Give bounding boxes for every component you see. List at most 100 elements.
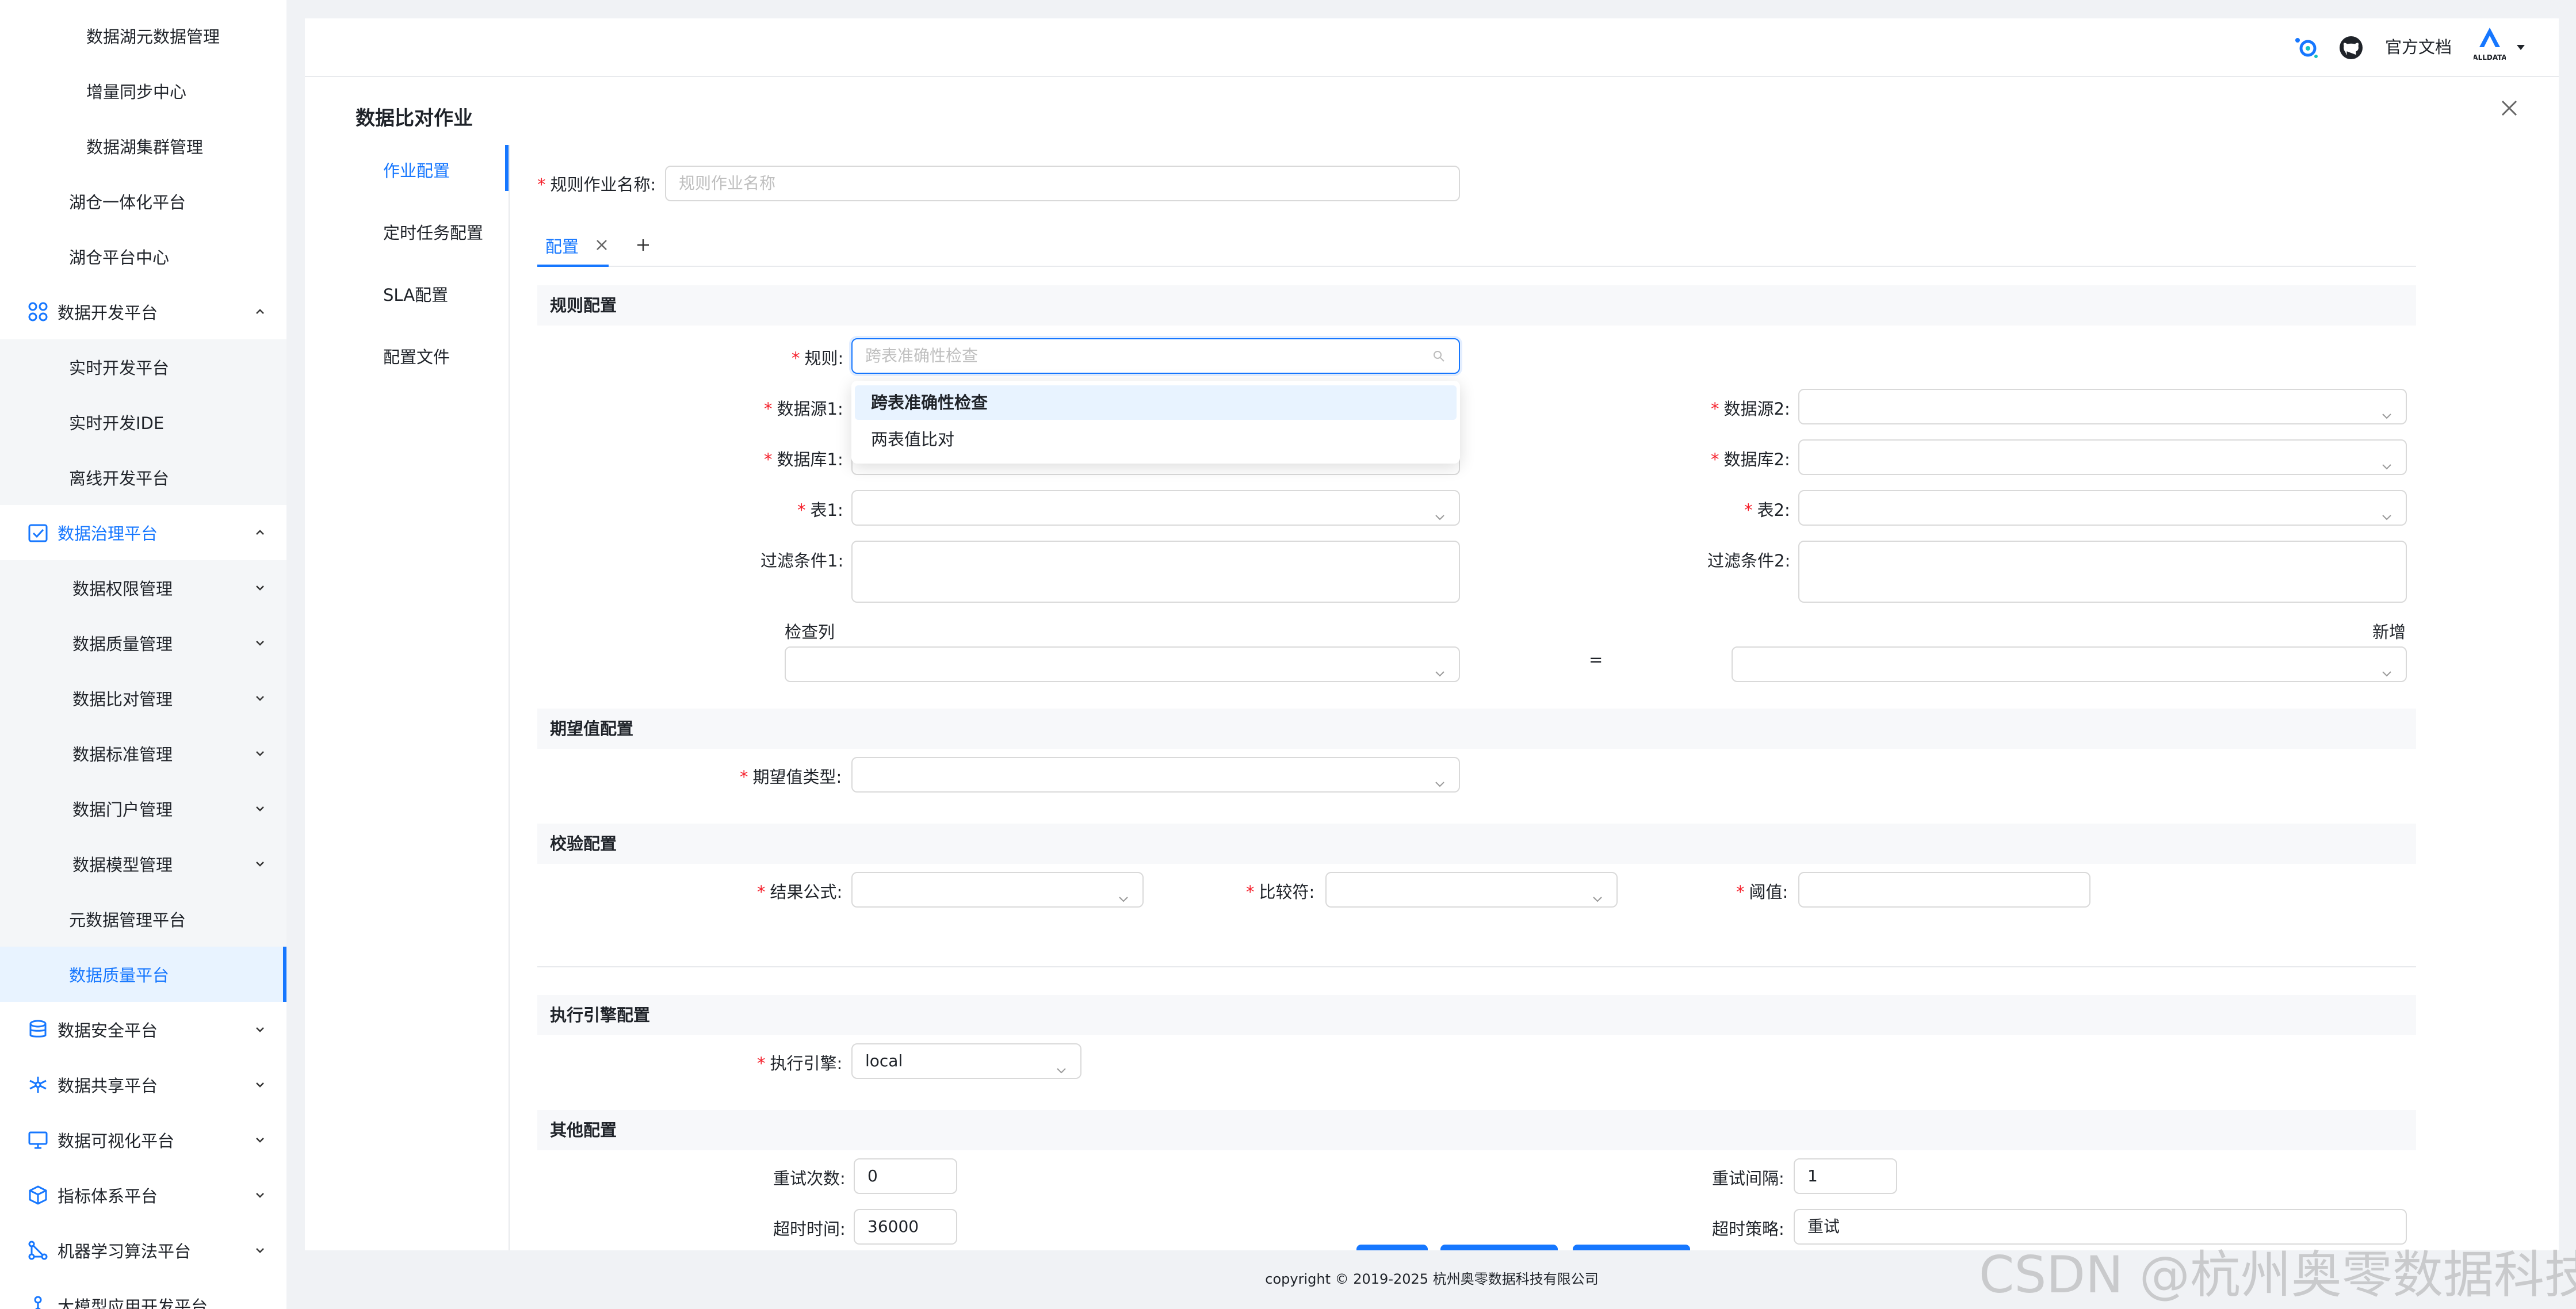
chevron-down-icon	[2380, 658, 2393, 677]
sidebar-item-standard-mgmt[interactable]: 数据标准管理	[0, 726, 286, 781]
comparator-select[interactable]	[1325, 872, 1618, 908]
sidebar-item-data-dev[interactable]: 数据开发平台	[0, 284, 286, 339]
chevron-down-icon	[1434, 658, 1446, 677]
threshold-input[interactable]	[1798, 872, 2090, 908]
close-icon[interactable]	[2497, 95, 2522, 121]
sidebar-item-lake-cluster[interactable]: 数据湖集群管理	[0, 118, 286, 174]
check-column1-select[interactable]	[785, 646, 1460, 682]
timeout-label: 超时时间:	[773, 1219, 846, 1239]
section-engine: 执行引擎配置	[537, 995, 2416, 1035]
sidebar-item-label: 湖仓平台中心	[69, 248, 170, 267]
timeout-input[interactable]: 36000	[854, 1209, 957, 1245]
expected-type-select[interactable]	[851, 757, 1460, 793]
datasource1-label: * 数据源1:	[764, 399, 843, 419]
config-nav-schedule[interactable]: 定时任务配置	[383, 220, 483, 244]
checklist-icon	[26, 521, 49, 544]
filter2-textarea[interactable]	[1798, 541, 2407, 603]
chevron-down-icon	[1117, 883, 1130, 902]
sidebar-item-realtime-ide[interactable]: 实时开发IDE	[0, 395, 286, 450]
caret-down-icon[interactable]	[2514, 40, 2528, 54]
sidebar-item-label: 数据质量管理	[72, 634, 173, 654]
add-column-link[interactable]: 新增	[2372, 619, 2406, 643]
docs-link[interactable]: 官方文档	[2385, 36, 2452, 59]
sidebar-item-share[interactable]: 数据共享平台	[0, 1057, 286, 1112]
config-nav-sla[interactable]: SLA配置	[383, 282, 448, 306]
table1-select[interactable]	[851, 490, 1460, 526]
sidebar-item-metadata-platform[interactable]: 元数据管理平台	[0, 891, 286, 947]
sidebar-item-lake-metadata[interactable]: 数据湖元数据管理	[0, 8, 286, 63]
datasource2-select[interactable]	[1798, 389, 2407, 424]
config-nav-job[interactable]: 作业配置	[383, 158, 450, 182]
action-button[interactable]	[1440, 1245, 1558, 1250]
action-button[interactable]	[1356, 1245, 1428, 1250]
tab-config[interactable]: 配置	[545, 234, 579, 258]
add-tab-icon[interactable]	[635, 237, 651, 253]
table1-label: * 表1:	[797, 500, 843, 520]
table2-select[interactable]	[1798, 490, 2407, 526]
sidebar-item-compare-mgmt[interactable]: 数据比对管理	[0, 671, 286, 726]
result-formula-select[interactable]	[851, 872, 1144, 908]
sidebar-item-label: 湖仓一体化平台	[69, 193, 186, 212]
chevron-down-icon	[253, 581, 267, 595]
sidebar-item-quality-platform[interactable]: 数据质量平台	[0, 947, 286, 1002]
tab-active-underline	[537, 265, 609, 267]
table2-label: * 表2:	[1744, 500, 1790, 520]
engine-select[interactable]: local	[851, 1043, 1081, 1079]
retry-count-input[interactable]: 0	[854, 1158, 957, 1194]
sidebar-item-visualization[interactable]: 数据可视化平台	[0, 1112, 286, 1168]
ai-assistant-icon[interactable]	[2293, 35, 2319, 61]
config-nav: 作业配置 定时任务配置 SLA配置 配置文件	[305, 145, 510, 1250]
sidebar-item-security[interactable]: 数据安全平台	[0, 1002, 286, 1057]
check-column2-select[interactable]	[1732, 646, 2407, 682]
alldata-logo[interactable]: ALLDATA	[2472, 25, 2507, 66]
chevron-up-icon	[253, 305, 267, 319]
page-title: 数据比对作业	[356, 107, 473, 130]
retry-interval-label: 重试间隔:	[1712, 1169, 1784, 1188]
sidebar-item-label: 大模型应用开发平台	[58, 1297, 208, 1309]
ml-icon	[26, 1239, 49, 1262]
sidebar-item-realtime-dev[interactable]: 实时开发平台	[0, 339, 286, 395]
action-button[interactable]	[1573, 1245, 1690, 1250]
engine-label: * 执行引擎:	[757, 1054, 843, 1073]
share-icon	[26, 1073, 49, 1096]
chevron-down-icon	[253, 1023, 267, 1036]
chevron-down-icon	[1434, 768, 1446, 787]
job-name-input[interactable]: 规则作业名称	[665, 166, 1460, 201]
apps-icon	[26, 300, 49, 323]
sidebar-item-label: 实时开发平台	[69, 358, 170, 378]
sidebar-item-portal-mgmt[interactable]: 数据门户管理	[0, 781, 286, 836]
tab-divider	[537, 266, 2416, 267]
github-icon[interactable]	[2338, 35, 2364, 61]
database2-select[interactable]	[1798, 439, 2407, 475]
chevron-down-icon	[1055, 1055, 1068, 1074]
rule-option-two-table[interactable]: 两表值比对	[855, 422, 1457, 457]
check-column-label: 检查列	[785, 622, 835, 642]
sidebar-item-model-mgmt[interactable]: 数据模型管理	[0, 836, 286, 891]
sidebar-item-permission[interactable]: 数据权限管理	[0, 560, 286, 615]
sidebar-item-label: 数据湖集群管理	[86, 137, 204, 157]
section-other: 其他配置	[537, 1110, 2416, 1150]
equals-sign: =	[1589, 650, 1603, 669]
sidebar-item-lakehouse[interactable]: 湖仓一体化平台	[0, 174, 286, 229]
rule-option-cross-table[interactable]: 跨表准确性检查	[855, 385, 1457, 420]
config-nav-file[interactable]: 配置文件	[383, 344, 450, 368]
sidebar-item-llm[interactable]: 大模型应用开发平台	[0, 1278, 286, 1309]
sidebar-item-ml[interactable]: 机器学习算法平台	[0, 1223, 286, 1278]
chevron-down-icon	[1434, 502, 1446, 520]
sidebar-item-quality-mgmt[interactable]: 数据质量管理	[0, 615, 286, 671]
sidebar-item-incremental-sync[interactable]: 增量同步中心	[0, 63, 286, 118]
tab-close-icon[interactable]	[594, 237, 610, 253]
sidebar-item-label: 数据可视化平台	[58, 1131, 175, 1151]
sidebar-item-offline-dev[interactable]: 离线开发平台	[0, 450, 286, 505]
retry-interval-input[interactable]: 1	[1794, 1158, 1897, 1194]
chevron-down-icon	[253, 636, 267, 650]
rule-select[interactable]: 跨表准确性检查	[851, 338, 1460, 374]
chevron-down-icon	[1591, 883, 1604, 902]
sidebar-item-lakehouse-center[interactable]: 湖仓平台中心	[0, 229, 286, 284]
sidebar-item-governance[interactable]: 数据治理平台	[0, 505, 286, 560]
sidebar-item-metrics[interactable]: 指标体系平台	[0, 1168, 286, 1223]
filter1-textarea[interactable]	[851, 541, 1460, 603]
sidebar-item-label: 数据湖元数据管理	[86, 27, 220, 47]
chevron-down-icon	[253, 1188, 267, 1202]
chevron-down-icon	[253, 1133, 267, 1147]
